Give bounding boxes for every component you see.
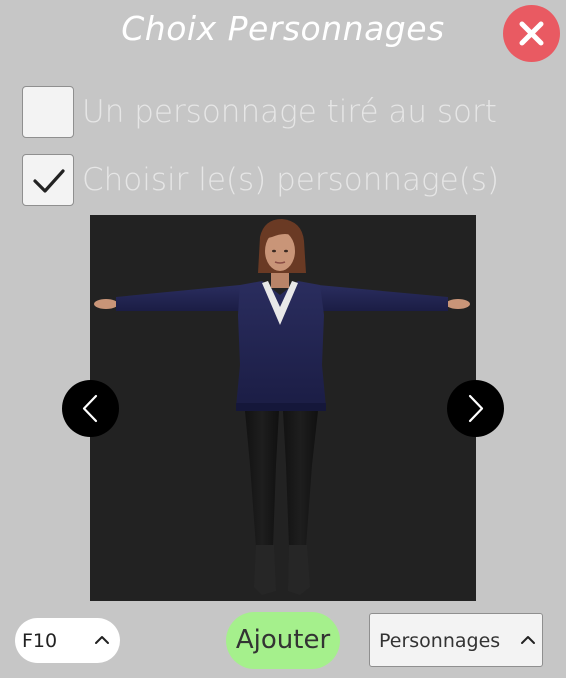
category-select[interactable]: Personnages bbox=[369, 613, 543, 667]
random-character-checkbox[interactable] bbox=[22, 86, 74, 138]
add-button[interactable]: Ajouter bbox=[226, 612, 340, 669]
choose-characters-checkbox[interactable] bbox=[22, 154, 74, 206]
dialog-title: Choix Personnages bbox=[121, 9, 445, 48]
chevron-left-icon bbox=[82, 394, 98, 423]
next-character-button[interactable] bbox=[447, 380, 504, 437]
chevron-up-icon bbox=[95, 636, 109, 644]
checkmark-icon bbox=[33, 169, 65, 193]
level-select-value: F10 bbox=[22, 630, 58, 652]
close-icon bbox=[519, 21, 544, 46]
character-model bbox=[94, 219, 470, 595]
chevron-up-icon bbox=[521, 636, 535, 644]
category-select-value: Personnages bbox=[379, 630, 501, 652]
choose-characters-label: Choisir le(s) personnage(s) bbox=[82, 162, 500, 198]
character-preview bbox=[90, 215, 476, 601]
random-character-label: Un personnage tiré au sort bbox=[82, 94, 497, 130]
chevron-right-icon bbox=[468, 394, 484, 423]
previous-character-button[interactable] bbox=[62, 380, 119, 437]
level-select[interactable]: F10 bbox=[15, 618, 120, 663]
close-button[interactable] bbox=[503, 5, 560, 62]
